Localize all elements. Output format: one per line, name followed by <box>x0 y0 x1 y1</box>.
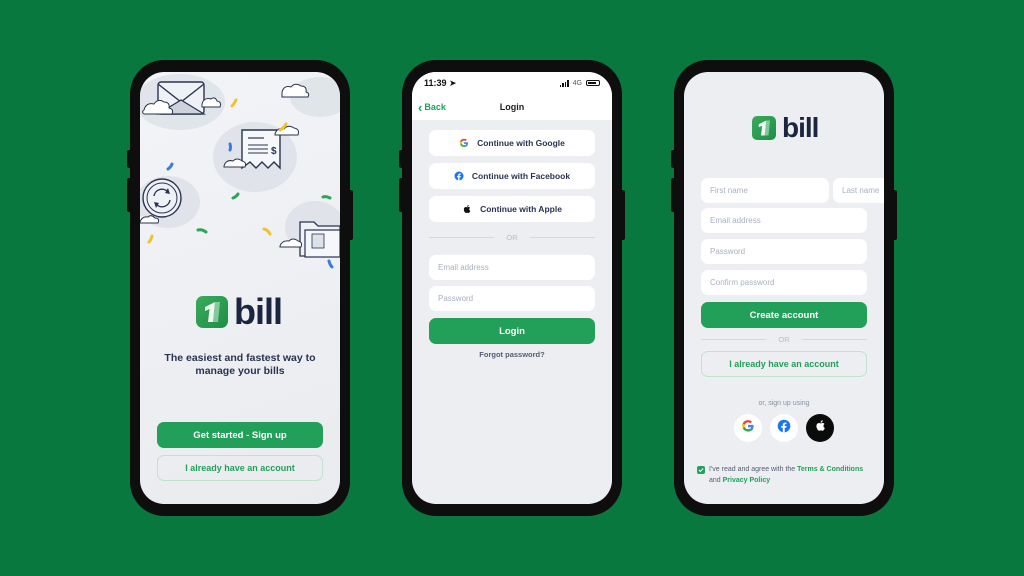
phone-signup: bill Create account OR I already have an… <box>671 60 897 516</box>
facebook-icon <box>454 171 464 181</box>
phone-side-button <box>399 150 403 168</box>
welcome-screen: $ bill The easiest and fastest way to ma… <box>140 72 340 504</box>
status-time: 11:39 <box>424 77 447 88</box>
one-bill-logo-icon <box>196 296 228 328</box>
social-signup-buttons <box>684 414 884 442</box>
facebook-login-label: Continue with Facebook <box>471 171 571 181</box>
phone-side-button <box>621 190 625 240</box>
login-button[interactable]: Login <box>429 318 595 344</box>
chevron-left-icon: ‹ <box>418 99 423 115</box>
first-name-field[interactable] <box>701 178 829 203</box>
terms-conditions-link[interactable]: Terms & Conditions <box>797 466 863 473</box>
login-screen: 11:39 ➤ 4G ‹ Back Login Continue with Go… <box>412 72 612 504</box>
apple-signup-button[interactable] <box>806 414 834 442</box>
divider-line <box>801 339 867 340</box>
password-field[interactable] <box>701 239 867 264</box>
status-indicators: 4G <box>559 79 600 87</box>
phone-welcome: $ bill The easiest and fastest way to ma… <box>127 60 353 516</box>
apple-login-label: Continue with Apple <box>480 204 562 214</box>
apple-icon <box>462 204 472 214</box>
google-login-button[interactable]: Continue with Google <box>429 130 595 156</box>
confirm-password-field[interactable] <box>701 270 867 295</box>
apple-login-button[interactable]: Continue with Apple <box>429 196 595 222</box>
phone-side-button <box>671 178 675 212</box>
privacy-policy-link[interactable]: Privacy Policy <box>723 477 770 484</box>
signup-screen: bill Create account OR I already have an… <box>684 72 884 504</box>
forgot-password-link[interactable]: Forgot password? <box>412 350 612 359</box>
folder-icon <box>299 221 340 258</box>
google-icon <box>459 138 469 148</box>
tagline: The easiest and fastest way to manage yo… <box>140 352 340 378</box>
password-field[interactable] <box>429 286 595 311</box>
or-label: OR <box>778 335 790 344</box>
phone-side-button <box>399 178 403 212</box>
last-name-field[interactable] <box>833 178 884 203</box>
brand-name: bill <box>782 112 819 143</box>
receipt-icon: $ <box>241 129 281 170</box>
divider-line <box>701 339 767 340</box>
email-field[interactable] <box>429 255 595 280</box>
google-icon <box>741 419 755 438</box>
nav-bar: ‹ Back Login <box>412 94 612 120</box>
page-title: Login <box>499 102 525 112</box>
svg-text:$: $ <box>271 146 277 157</box>
network-label: 4G <box>572 79 582 87</box>
or-label: OR <box>506 233 518 242</box>
terms-text: I've read and agree with the Terms & Con… <box>709 464 863 486</box>
facebook-signup-button[interactable] <box>770 414 798 442</box>
terms-agreement: I've read and agree with the Terms & Con… <box>697 464 872 486</box>
check-icon <box>698 467 704 472</box>
or-divider: OR <box>701 335 867 344</box>
have-account-button[interactable]: I already have an account <box>157 455 323 481</box>
back-button[interactable]: ‹ Back <box>418 94 446 120</box>
bill-logo: bill <box>196 291 283 332</box>
one-bill-logo-icon <box>752 116 776 140</box>
phone-side-button <box>349 190 353 240</box>
apple-icon <box>814 419 827 437</box>
facebook-icon <box>777 419 791 438</box>
back-label: Back <box>424 102 446 112</box>
tagline-line: manage your bills <box>195 365 285 377</box>
phone-side-button <box>127 150 131 168</box>
terms-prefix: I've read and agree with the <box>709 466 798 473</box>
battery-icon <box>586 80 600 86</box>
get-started-button[interactable]: Get started - Sign up <box>157 422 323 448</box>
status-time-group: 11:39 ➤ <box>424 78 457 89</box>
status-bar: 11:39 ➤ 4G <box>412 72 612 94</box>
social-signup-label: or, sign up using <box>758 400 810 407</box>
phone-side-button <box>893 190 897 240</box>
have-account-button[interactable]: I already have an account <box>701 351 867 377</box>
phone-side-button <box>671 150 675 168</box>
welcome-illustration: $ <box>140 74 340 269</box>
facebook-login-button[interactable]: Continue with Facebook <box>429 163 595 189</box>
location-arrow-icon: ➤ <box>449 77 457 88</box>
divider-line <box>529 237 595 238</box>
google-login-label: Continue with Google <box>477 138 565 148</box>
tagline-line: The easiest and fastest way to <box>164 352 316 364</box>
or-divider: OR <box>429 233 595 242</box>
name-row <box>701 178 884 203</box>
divider-line <box>429 237 495 238</box>
sync-coin-icon <box>142 178 182 218</box>
cloud-icon <box>274 125 299 136</box>
google-signup-button[interactable] <box>734 414 762 442</box>
create-account-button[interactable]: Create account <box>701 302 867 328</box>
email-field[interactable] <box>701 208 867 233</box>
signal-icon <box>559 79 569 87</box>
bill-logo: bill <box>752 112 819 143</box>
phone-login: 11:39 ➤ 4G ‹ Back Login Continue with Go… <box>399 60 625 516</box>
phone-side-button <box>127 178 131 212</box>
terms-checkbox[interactable] <box>697 465 705 474</box>
brand-name: bill <box>234 291 283 332</box>
terms-and: and <box>709 477 723 484</box>
